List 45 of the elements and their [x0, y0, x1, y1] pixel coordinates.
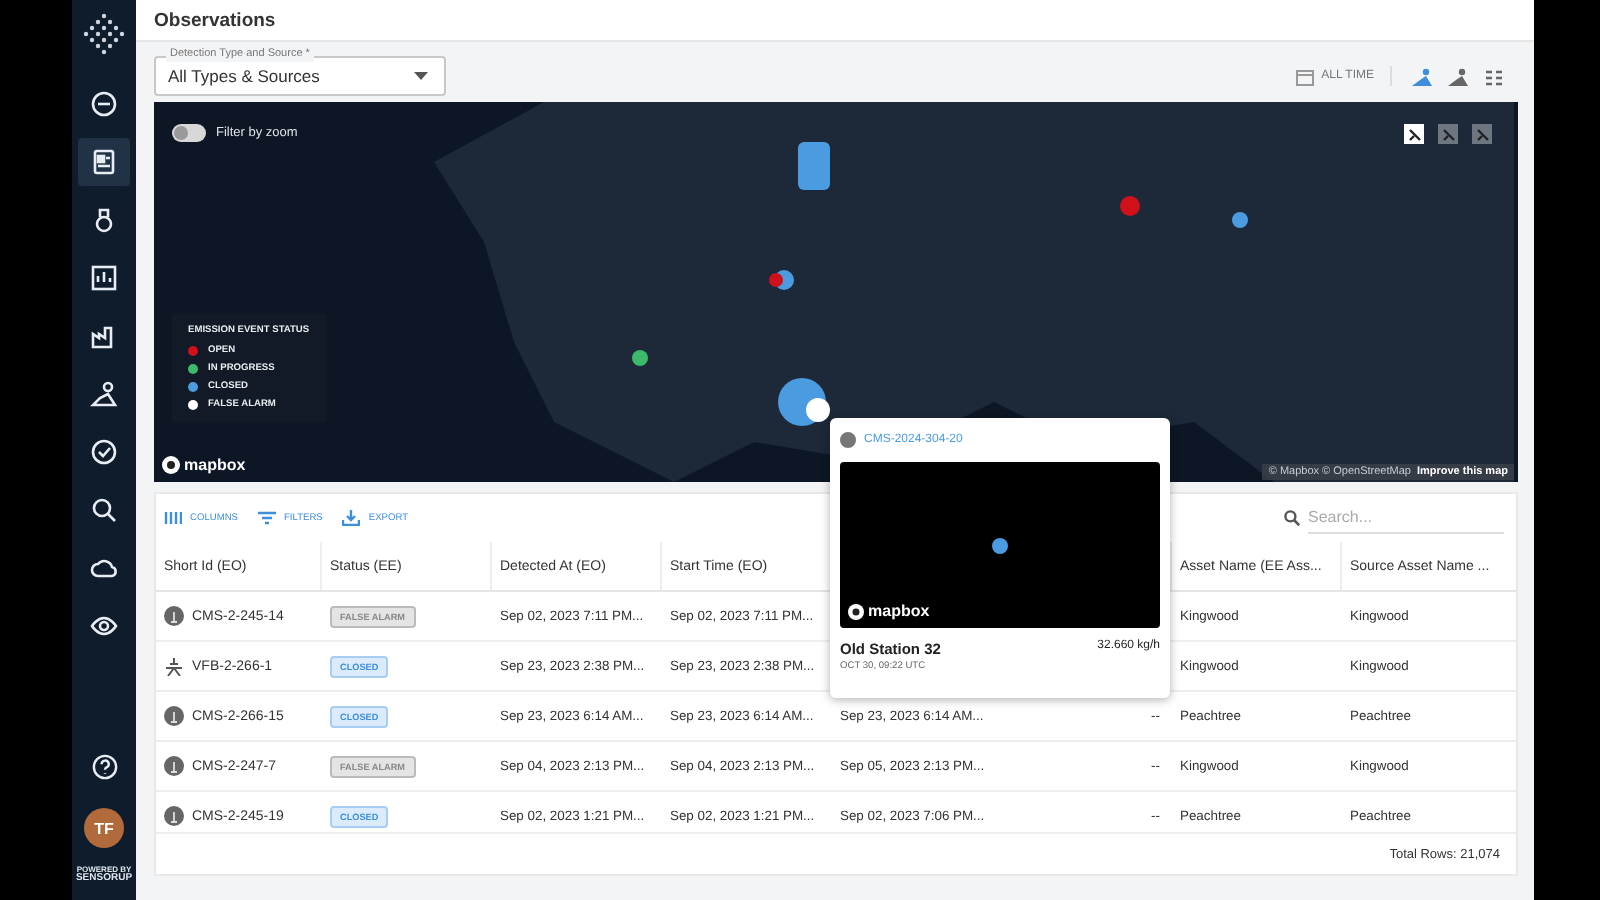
map-marker[interactable]	[632, 350, 648, 366]
user-avatar[interactable]: TF	[84, 808, 124, 848]
factory-icon	[90, 322, 118, 350]
export-icon	[342, 510, 361, 526]
cloud-icon	[90, 554, 118, 582]
mapbox-logo-text: mapbox	[184, 456, 246, 474]
report-icon	[90, 264, 118, 292]
check-circle-icon	[90, 438, 118, 466]
calendar-icon	[1295, 67, 1314, 85]
bottle-icon	[90, 206, 118, 234]
chart-view-button[interactable]	[1444, 67, 1472, 85]
map-marker[interactable]	[778, 378, 830, 426]
eye-icon	[90, 612, 118, 640]
tripod-icon	[164, 656, 184, 676]
sensor-icon	[164, 606, 184, 626]
map-layer-button[interactable]	[1404, 124, 1424, 144]
mapbox-logo-icon	[848, 603, 864, 619]
filter-icon	[258, 510, 276, 526]
help-icon[interactable]	[91, 754, 117, 780]
document-icon	[90, 148, 118, 176]
page-title: Observations	[154, 9, 276, 31]
map-marker[interactable]	[1232, 212, 1248, 228]
caret-icon	[414, 72, 428, 80]
table-view-button[interactable]	[1480, 67, 1508, 85]
map-marker[interactable]	[1120, 196, 1140, 216]
map-view-button[interactable]	[1408, 67, 1436, 85]
sensor-icon	[164, 756, 184, 776]
map-pin-icon	[1412, 67, 1432, 85]
mapbox-logo-icon	[162, 456, 180, 474]
sensor-icon	[164, 706, 184, 726]
map-marker[interactable]	[798, 142, 830, 190]
worker-icon	[90, 380, 118, 408]
map-marker[interactable]	[769, 270, 794, 290]
columns-icon	[164, 510, 182, 526]
list-icon	[1484, 67, 1504, 85]
search-icon	[1284, 510, 1300, 526]
sensor-icon	[840, 432, 856, 448]
location-marker-icon	[992, 538, 1008, 554]
dotted-diamond-logo-icon	[82, 12, 126, 56]
sidebar-item[interactable]	[78, 138, 130, 186]
mapbox-logo-text: mapbox	[868, 602, 930, 620]
filter-by-zoom-switch[interactable]	[172, 124, 206, 142]
search-field[interactable]: Search...	[1308, 503, 1504, 533]
magnifier-icon	[90, 496, 118, 524]
sensor-icon	[164, 806, 184, 826]
